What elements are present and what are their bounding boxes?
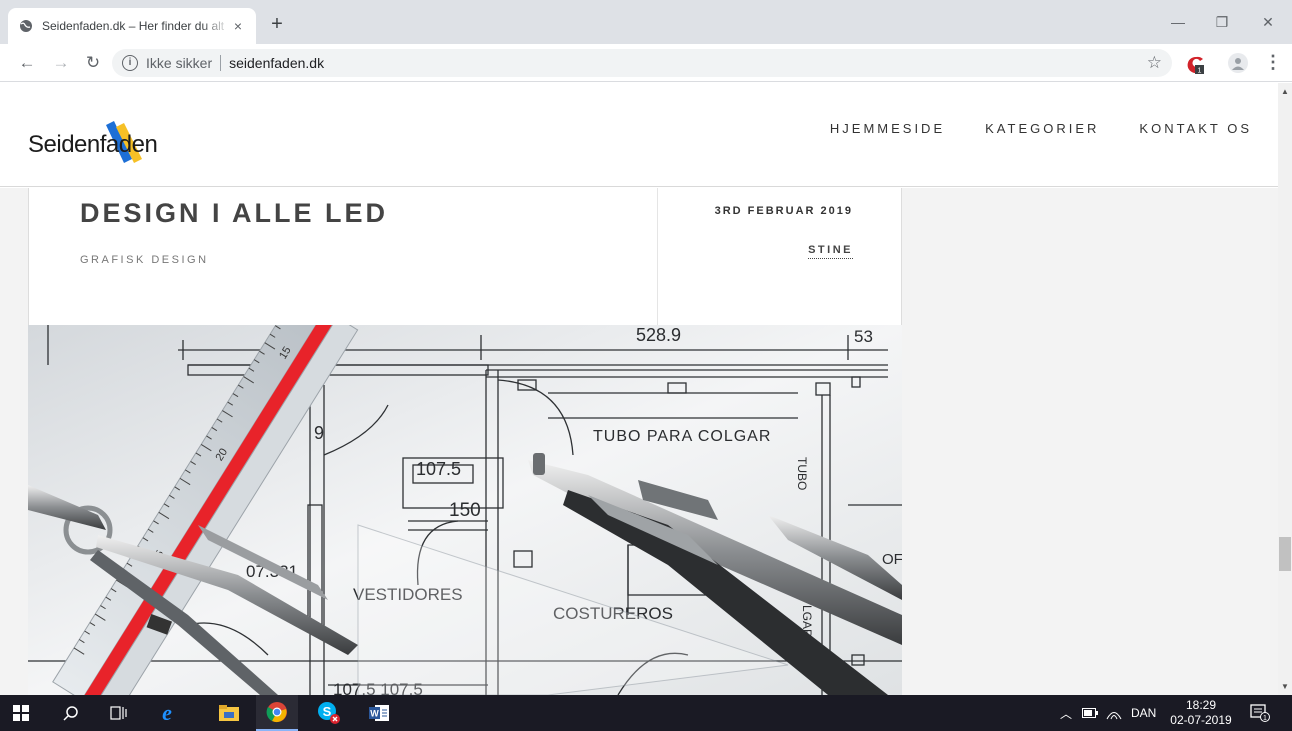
- back-icon[interactable]: ←: [16, 52, 38, 74]
- wifi-icon[interactable]: [1106, 695, 1122, 731]
- post-author[interactable]: STINE: [808, 244, 853, 259]
- url-text[interactable]: seidenfaden.dk: [229, 55, 324, 71]
- clock-date: 02-07-2019: [1170, 713, 1232, 727]
- windows-start-icon[interactable]: [0, 695, 42, 731]
- tab-strip: Seidenfaden.dk – Her finder du alt × + —…: [0, 0, 1292, 44]
- search-icon[interactable]: [50, 695, 92, 731]
- language-indicator[interactable]: DAN: [1131, 695, 1156, 731]
- word-icon[interactable]: W: [358, 695, 400, 731]
- windows-taskbar: e S W ︿ DAN 18:29 02-07-2019 1: [0, 695, 1292, 731]
- browser-toolbar: ← → ↻ i Ikke sikker seidenfaden.dk ☆ 1 ⋮: [0, 44, 1292, 82]
- chrome-icon[interactable]: [256, 695, 298, 731]
- file-explorer-icon[interactable]: [208, 695, 250, 731]
- svg-text:W: W: [370, 709, 379, 719]
- tubo-label: TUBO PARA COLGAR: [593, 428, 771, 445]
- post-date: 3RD FEBRUAR 2019: [714, 205, 853, 217]
- dim-top-text: 528.9: [636, 325, 681, 345]
- address-bar[interactable]: i Ikke sikker seidenfaden.dk ☆: [112, 49, 1172, 77]
- info-icon[interactable]: i: [122, 55, 138, 71]
- side-tubo-text: TUBO: [795, 457, 809, 490]
- edge-icon[interactable]: e: [146, 695, 188, 731]
- nav-item-kategorier[interactable]: KATEGORIER: [985, 121, 1099, 136]
- post-title[interactable]: DESIGN I ALLE LED: [80, 198, 388, 229]
- svg-text:S: S: [323, 704, 332, 719]
- dim-1075-text: 107.5: [416, 459, 461, 479]
- menu-dots-icon[interactable]: ⋮: [1264, 52, 1282, 74]
- svg-text:e: e: [162, 702, 172, 724]
- tab-title: Seidenfaden.dk – Her finder du alt: [42, 19, 225, 33]
- scroll-up-arrow-icon[interactable]: ▲: [1281, 87, 1289, 96]
- post-header-card: DESIGN I ALLE LED GRAFISK DESIGN 3RD FEB…: [28, 188, 902, 325]
- screen: Seidenfaden.dk – Her finder du alt × + —…: [0, 0, 1292, 731]
- post-category[interactable]: GRAFISK DESIGN: [80, 254, 209, 266]
- forward-icon[interactable]: →: [50, 52, 72, 74]
- system-clock[interactable]: 18:29 02-07-2019: [1166, 698, 1236, 728]
- dim-150-text: 150: [449, 500, 481, 521]
- omnibox-separator: [220, 55, 222, 71]
- window-close-button[interactable]: ✕: [1248, 10, 1288, 34]
- svg-text:1: 1: [1198, 68, 1202, 75]
- browser-tab[interactable]: Seidenfaden.dk – Her finder du alt ×: [8, 8, 256, 44]
- nav-item-hjemmeside[interactable]: HJEMMESIDE: [830, 121, 945, 136]
- logo-text: Seidenfaden: [28, 131, 158, 158]
- new-tab-button[interactable]: +: [266, 14, 288, 36]
- restore-button[interactable]: ❐: [1202, 10, 1242, 34]
- notification-count: 1: [1263, 715, 1267, 722]
- task-view-icon[interactable]: [98, 695, 140, 731]
- dim-9-text: 9: [314, 423, 324, 443]
- of-text: OF: [882, 551, 902, 568]
- clock-time: 18:29: [1185, 698, 1217, 712]
- insecure-label: Ikke sikker: [146, 55, 213, 71]
- main-nav: HJEMMESIDE KATEGORIER KONTAKT OS: [830, 121, 1252, 136]
- notification-center-icon[interactable]: 1: [1250, 695, 1270, 731]
- card-divider: [657, 188, 658, 325]
- nav-item-kontakt-os[interactable]: KONTAKT OS: [1139, 121, 1252, 136]
- reload-icon[interactable]: ↻: [82, 52, 104, 74]
- globe-icon: [18, 18, 34, 34]
- featured-image: 528.9 53 TUBO PARA COLGAR 107.5 150 9 VE…: [28, 325, 902, 695]
- scrollbar-thumb[interactable]: [1279, 537, 1291, 571]
- minimize-button[interactable]: —: [1158, 10, 1198, 34]
- site-header: Seidenfaden HJEMMESIDE KATEGORIER KONTAK…: [0, 83, 1278, 187]
- dim-top-right-text: 53: [854, 327, 873, 346]
- scroll-down-arrow-icon[interactable]: ▼: [1281, 682, 1289, 691]
- profile-avatar-icon[interactable]: [1228, 53, 1248, 73]
- battery-icon[interactable]: [1082, 695, 1098, 731]
- close-tab-icon[interactable]: ×: [230, 18, 246, 34]
- bookmark-star-icon[interactable]: ☆: [1147, 53, 1162, 73]
- page-scrollbar[interactable]: ▲ ▼: [1278, 83, 1292, 695]
- tray-chevron-icon[interactable]: ︿: [1060, 695, 1072, 731]
- skype-icon[interactable]: S: [308, 695, 350, 731]
- extension-icon[interactable]: 1: [1186, 55, 1204, 75]
- site-logo[interactable]: Seidenfaden: [28, 119, 158, 163]
